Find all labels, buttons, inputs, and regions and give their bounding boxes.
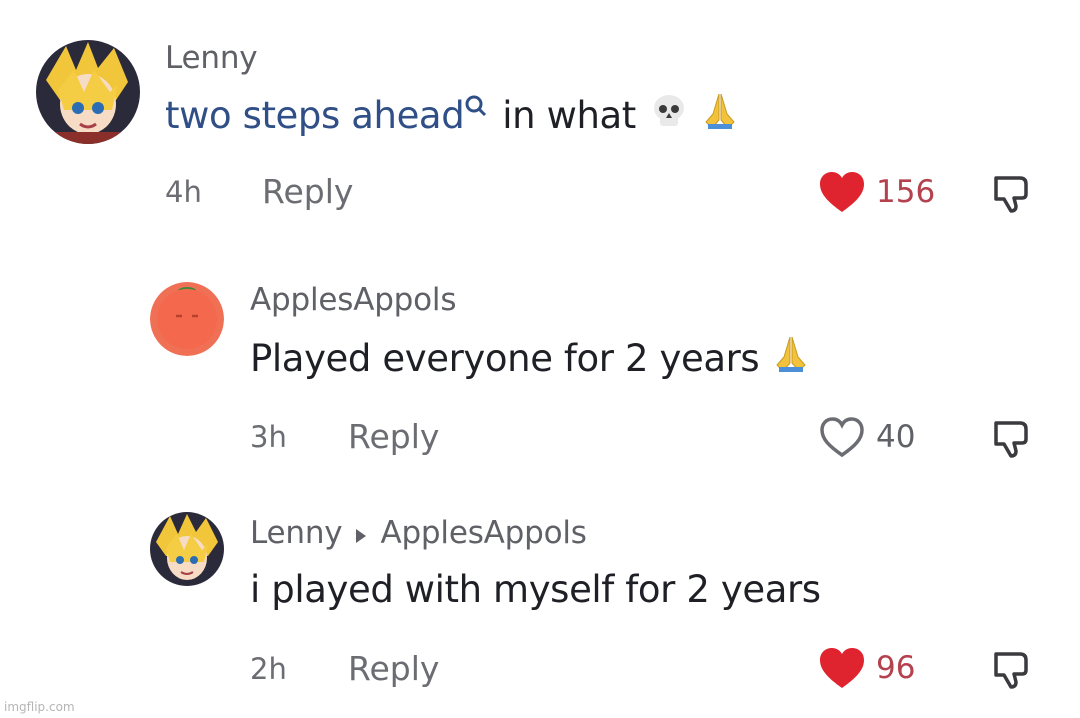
comment-author[interactable]: Lenny: [165, 40, 258, 76]
heart-outline-icon: [820, 417, 864, 458]
skull-emoji: [650, 92, 688, 139]
reply-button[interactable]: Reply: [348, 417, 439, 456]
reply-button[interactable]: Reply: [262, 172, 353, 211]
comment-text: two steps ahead in what: [165, 92, 738, 139]
comment-time: 2h: [250, 652, 287, 686]
dislike-icon[interactable]: [990, 172, 1032, 214]
avatar[interactable]: [150, 512, 224, 586]
dislike-icon[interactable]: [990, 648, 1032, 690]
comment-time: 3h: [250, 420, 287, 454]
comment-text-rest: in what: [502, 94, 636, 137]
watermark: imgflip.com: [4, 700, 75, 714]
dislike-icon[interactable]: [990, 417, 1032, 459]
like-button[interactable]: 40: [818, 415, 915, 459]
comment-text-main: Played everyone for 2 years: [250, 337, 760, 380]
like-button[interactable]: 156: [818, 170, 935, 214]
like-count: 40: [876, 419, 916, 455]
reply-author-line: Lenny ApplesAppols: [250, 515, 587, 551]
praying-hands-emoji: [702, 92, 738, 139]
reply-to-author[interactable]: ApplesAppols: [380, 515, 586, 551]
like-count: 156: [876, 174, 936, 210]
reply-button[interactable]: Reply: [348, 649, 439, 688]
search-icon[interactable]: [464, 89, 488, 119]
heart-filled-icon: [820, 172, 864, 212]
comment-author[interactable]: ApplesAppols: [250, 282, 456, 318]
like-button[interactable]: 96: [818, 646, 915, 690]
caret-right-icon: [356, 515, 367, 551]
avatar[interactable]: [36, 40, 140, 144]
comment-time: 4h: [165, 175, 202, 209]
comment-text: Played everyone for 2 years: [250, 335, 809, 382]
like-count: 96: [876, 650, 916, 686]
comment-text: i played with myself for 2 years: [250, 568, 821, 611]
praying-hands-emoji: [773, 335, 809, 382]
heart-filled-icon: [820, 648, 864, 688]
avatar[interactable]: [150, 282, 224, 356]
search-link-text[interactable]: two steps ahead: [165, 94, 465, 137]
comment-author[interactable]: Lenny: [250, 515, 343, 551]
comment-text-main: i played with myself for 2 years: [250, 568, 821, 611]
